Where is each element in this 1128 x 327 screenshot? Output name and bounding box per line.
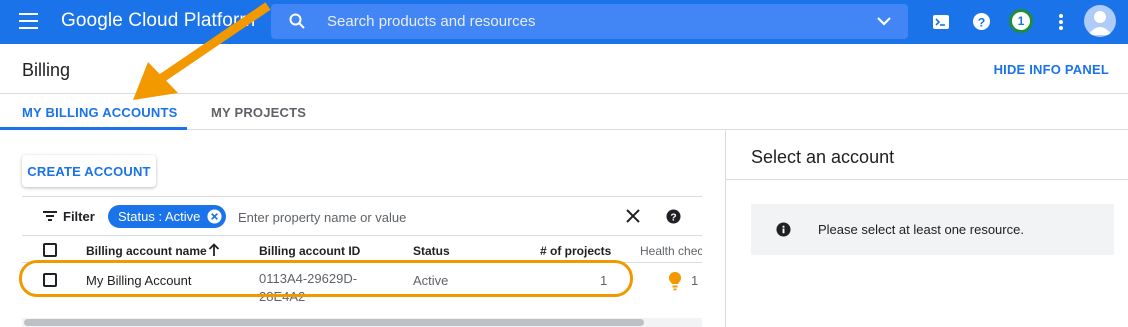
active-tab-indicator bbox=[0, 127, 187, 130]
filter-icon[interactable] bbox=[43, 211, 57, 221]
chevron-down-icon[interactable] bbox=[876, 15, 892, 27]
cloud-shell-icon[interactable] bbox=[932, 13, 950, 31]
avatar-icon bbox=[1088, 11, 1112, 35]
page-title: Billing bbox=[22, 60, 71, 80]
filter-input[interactable] bbox=[238, 207, 618, 227]
info-panel-title: Select an account bbox=[751, 147, 895, 167]
info-panel: Select an account Please select at least… bbox=[725, 130, 1128, 327]
filter-label: Filter bbox=[63, 209, 95, 224]
filter-bar: Filter Status : Active ? bbox=[22, 196, 702, 236]
chip-remove-icon[interactable] bbox=[207, 209, 222, 224]
info-icon bbox=[776, 222, 791, 237]
billing-account-id: 0113A4-29629D-28E4A2 bbox=[259, 271, 358, 303]
help-icon[interactable]: ? bbox=[972, 12, 991, 31]
select-all-checkbox[interactable] bbox=[43, 243, 57, 257]
more-vert-icon[interactable] bbox=[1057, 13, 1065, 31]
billing-account-status: Active bbox=[413, 273, 449, 288]
notification-badge[interactable]: 1 bbox=[1009, 9, 1033, 33]
page-header: Billing HIDE INFO PANEL bbox=[0, 44, 1128, 94]
search-bar[interactable] bbox=[271, 4, 908, 39]
info-panel-divider bbox=[726, 179, 1128, 180]
search-icon bbox=[289, 13, 305, 29]
column-header-id[interactable]: Billing account ID bbox=[259, 244, 360, 258]
svg-text:?: ? bbox=[978, 15, 986, 29]
sort-ascending-icon[interactable] bbox=[208, 243, 220, 257]
svg-text:?: ? bbox=[670, 212, 676, 223]
avatar[interactable] bbox=[1084, 5, 1116, 37]
tab-my-projects[interactable]: MY PROJECTS bbox=[211, 105, 306, 120]
status-filter-chip[interactable]: Status : Active bbox=[108, 205, 226, 228]
hide-info-panel-button[interactable]: HIDE INFO PANEL bbox=[994, 62, 1109, 77]
info-message-text: Please select at least one resource. bbox=[818, 222, 1024, 237]
tab-bar: MY BILLING ACCOUNTS MY PROJECTS bbox=[0, 94, 1128, 130]
clear-filter-icon[interactable] bbox=[626, 209, 640, 223]
lightbulb-icon bbox=[669, 272, 681, 291]
billing-account-name[interactable]: My Billing Account bbox=[86, 273, 192, 288]
create-account-button[interactable]: CREATE ACCOUNT bbox=[22, 155, 156, 187]
row-checkbox[interactable] bbox=[43, 273, 57, 287]
column-header-health[interactable]: Health chec bbox=[640, 244, 702, 258]
search-input[interactable] bbox=[327, 10, 847, 32]
product-brand[interactable]: Google Cloud Platform bbox=[61, 10, 255, 32]
top-bar: Google Cloud Platform ? 1 bbox=[0, 0, 1128, 44]
table-row[interactable]: My Billing Account 0113A4-29629D-28E4A2 … bbox=[22, 263, 702, 303]
column-header-status[interactable]: Status bbox=[413, 244, 450, 258]
project-count: 1 bbox=[600, 273, 608, 288]
tab-my-billing-accounts[interactable]: MY BILLING ACCOUNTS bbox=[22, 105, 177, 120]
column-header-name[interactable]: Billing account name bbox=[86, 244, 207, 258]
info-message-box: Please select at least one resource. bbox=[751, 204, 1114, 255]
scrollbar-thumb[interactable] bbox=[24, 319, 644, 326]
menu-icon[interactable] bbox=[19, 13, 41, 31]
chip-label: Status : Active bbox=[118, 209, 201, 224]
filter-help-icon[interactable]: ? bbox=[666, 209, 681, 224]
health-check-value: 1 bbox=[691, 273, 699, 288]
horizontal-scrollbar[interactable] bbox=[22, 318, 702, 327]
table-header: Billing account name Billing account ID … bbox=[22, 237, 702, 263]
column-header-projects[interactable]: # of projects bbox=[540, 244, 611, 258]
